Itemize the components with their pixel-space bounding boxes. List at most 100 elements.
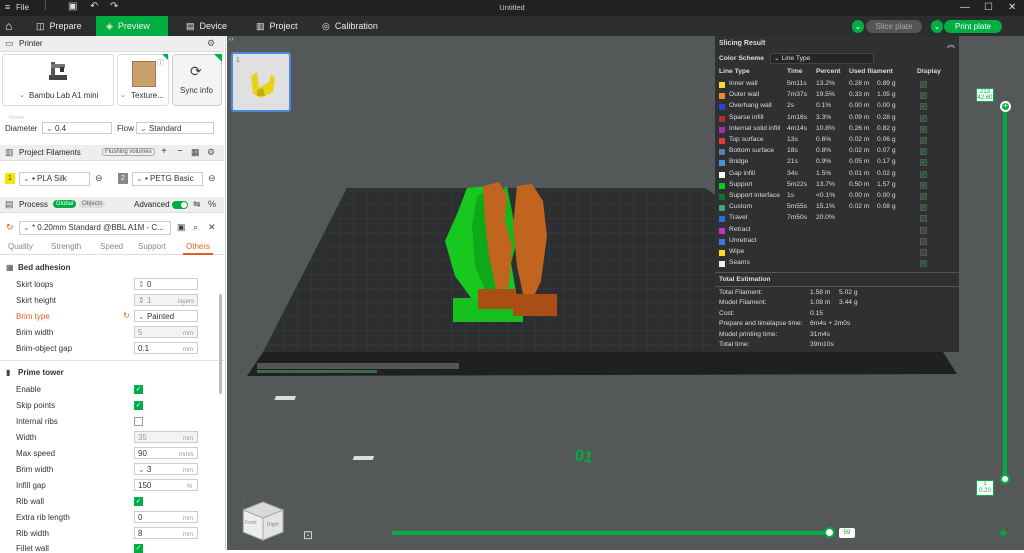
global-toggle[interactable]: Global (53, 200, 77, 208)
prime-brim-width-input[interactable]: ⌄ 3 mm (134, 463, 198, 475)
tab-others[interactable]: Others (186, 242, 210, 251)
width-input[interactable]: 35 mm (134, 431, 198, 443)
reset-icon[interactable]: ↻ (6, 222, 14, 233)
display-checkbox[interactable]: ✓ (920, 249, 927, 256)
tab-preview[interactable]: ◈ Preview (96, 16, 168, 36)
display-checkbox[interactable]: ✓ (920, 125, 927, 133)
reset-icon[interactable]: ↻ (123, 311, 130, 320)
tab-project[interactable]: ▥ Project (246, 16, 308, 36)
slice-plate-button[interactable]: Slice plate (866, 20, 922, 33)
minimize-icon[interactable]: — (960, 2, 970, 13)
flushing-volumes-button[interactable]: Flushing volumes (102, 148, 155, 156)
display-checkbox[interactable]: ✓ (920, 260, 927, 268)
display-checkbox[interactable]: ✓ (920, 148, 927, 156)
filament-2-swatch[interactable]: 2 (118, 173, 128, 184)
collapse-icon[interactable]: ‹› (227, 36, 235, 46)
print-plate-button[interactable]: Print plate (944, 20, 1002, 33)
diameter-select[interactable]: ⌄ 0.4 (42, 122, 112, 134)
display-checkbox[interactable]: ✓ (920, 226, 927, 234)
filament-1-swatch[interactable]: 1 (5, 173, 15, 184)
max-speed-input[interactable]: 90 mm/s (134, 447, 198, 459)
grid-icon[interactable]: ▦ (191, 147, 200, 158)
maximize-icon[interactable]: ☐ (984, 2, 993, 13)
cube-front-label: Front (245, 520, 257, 526)
gear-icon[interactable]: ⚙ (207, 38, 215, 49)
color-scheme-select[interactable]: ⌄ Line Type (770, 53, 874, 64)
close-icon[interactable]: ✕ (208, 222, 216, 233)
display-checkbox[interactable]: ✓ (920, 92, 927, 100)
compare-icon[interactable]: ⇋ (193, 199, 201, 210)
display-checkbox[interactable]: ✓ (920, 137, 927, 144)
move-slider-track[interactable] (392, 531, 832, 535)
skirt-height-input[interactable]: ⇕ 1 layers (134, 294, 198, 306)
display-checkbox[interactable]: ✓ (920, 81, 927, 88)
remove-filament-icon[interactable]: ⊖ (95, 173, 103, 184)
remove-icon[interactable]: − (177, 146, 183, 157)
tab-quality[interactable]: Quality (8, 242, 33, 251)
fillet-wall-checkbox[interactable]: ✓ (134, 544, 143, 553)
save-preset-icon[interactable]: ▣ (177, 222, 186, 233)
internal-ribs-checkbox[interactable] (134, 417, 143, 426)
filament-1-select[interactable]: ⌄ ▪ PLA Silk (19, 172, 90, 186)
col-used-filament: Used filament (849, 68, 893, 75)
layer-slider-bottom-thumb[interactable] (1000, 474, 1010, 484)
process-header: ▤ Process Global Objects Advanced ⇋ % (0, 197, 224, 213)
display-checkbox[interactable]: ✓ (920, 204, 927, 212)
infill-gap-input[interactable]: 150% (134, 479, 198, 491)
add-icon[interactable]: + (161, 146, 167, 157)
tab-device[interactable]: ▤ Device (176, 16, 237, 36)
filaments-header-title: Project Filaments (19, 148, 81, 157)
line-type-time: 21s (787, 158, 798, 166)
home-icon[interactable]: ⌂ (5, 19, 12, 33)
brim-type-select[interactable]: ⌄ Painted (134, 310, 198, 322)
percent-icon[interactable]: % (208, 199, 216, 209)
plate-thumbnail[interactable]: 1 (231, 52, 291, 112)
display-checkbox[interactable]: ✓ (920, 103, 927, 111)
screenshot-icon[interactable]: ⊡ (303, 528, 313, 542)
extra-rib-input[interactable]: 0 mm (134, 511, 198, 523)
print-dropdown-button[interactable]: ⌄ (931, 20, 943, 33)
display-checkbox[interactable]: ✓ (920, 193, 927, 200)
chevron-down-icon[interactable]: ⌄ (19, 91, 25, 99)
close-icon[interactable]: ✕ (1008, 2, 1016, 13)
flow-select[interactable]: ⌄ Standard (136, 122, 214, 134)
scrollbar[interactable] (219, 294, 222, 394)
advanced-switch[interactable] (172, 201, 188, 209)
total-estimation-title: Total Estimation (719, 276, 771, 283)
display-checkbox[interactable]: ✓ (920, 237, 927, 245)
layers-icon[interactable]: ◈ (999, 526, 1007, 539)
skirt-loops-input[interactable]: ⇕ 0 (134, 278, 198, 290)
display-checkbox[interactable]: ✓ (920, 215, 927, 223)
layer-slider-top-thumb[interactable]: + (1000, 101, 1011, 112)
rib-wall-checkbox[interactable]: ✓ (134, 497, 143, 506)
display-checkbox[interactable]: ✓ (920, 114, 927, 122)
move-slider-thumb[interactable] (824, 527, 835, 538)
tab-strength[interactable]: Strength (51, 242, 81, 251)
collapse-icon[interactable]: ︽ (947, 39, 955, 50)
brim-gap-input[interactable]: 0.1 mm (134, 342, 198, 354)
objects-toggle[interactable]: Objects (79, 200, 106, 208)
rib-width-input[interactable]: 8 mm (134, 527, 198, 539)
display-checkbox[interactable]: ✓ (920, 181, 927, 189)
tab-prepare[interactable]: ◫ Prepare (26, 16, 92, 36)
display-checkbox[interactable]: ✓ (920, 159, 927, 167)
search-icon[interactable]: ⌕ (193, 222, 198, 233)
filament-2-select[interactable]: ⌄ ▪ PETG Basic (132, 172, 203, 186)
chevron-down-icon[interactable]: ⌄ (120, 91, 126, 99)
brim-width-input[interactable]: 5 mm (134, 326, 198, 338)
tab-speed[interactable]: Speed (100, 242, 123, 251)
tab-calibration[interactable]: ◎ Calibration (312, 16, 388, 36)
tab-support[interactable]: Support (138, 242, 166, 251)
remove-filament-icon[interactable]: ⊖ (208, 173, 216, 184)
printer-card[interactable]: Bambu Lab A1 mini ⌄ Nozzle (2, 54, 114, 121)
enable-checkbox[interactable]: ✓ (134, 385, 143, 394)
skip-points-checkbox[interactable]: ✓ (134, 401, 143, 410)
plate-card[interactable]: ⓘ ⌄ Texture... (117, 54, 169, 106)
display-checkbox[interactable]: ✓ (920, 170, 927, 178)
slice-dropdown-button[interactable]: ⌄ (852, 20, 864, 33)
layer-slider-track[interactable] (1003, 106, 1007, 480)
view-cube[interactable]: Front Right z (235, 490, 291, 548)
diameter-label: Diameter (5, 124, 38, 133)
preset-select[interactable]: ⌄ * 0.20mm Standard @BBL A1M - C... (19, 221, 171, 235)
gear-icon[interactable]: ⚙ (207, 147, 215, 158)
